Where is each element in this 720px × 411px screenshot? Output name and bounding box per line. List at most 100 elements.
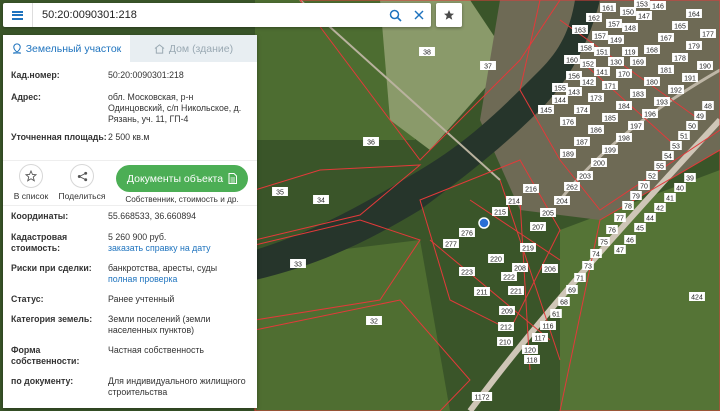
plot-number-label: 55: [654, 161, 666, 171]
area-row: Уточненная площадь: 2 500 кв.м: [11, 132, 249, 154]
svg-text:277: 277: [445, 242, 457, 249]
plot-number-label: 197: [628, 121, 644, 131]
svg-text:156: 156: [568, 74, 580, 81]
tab-land-plot[interactable]: Земельный участок: [3, 35, 130, 62]
share-button[interactable]: Поделиться: [57, 164, 107, 201]
action-circle: [70, 164, 94, 188]
plot-number-label: 44: [644, 213, 656, 223]
plot-number-label: 75: [598, 237, 610, 247]
svg-text:157: 157: [608, 22, 620, 29]
ownership-value: Частная собственность: [108, 345, 204, 355]
plot-number-label: 190: [697, 61, 713, 71]
plot-number-label: 161: [600, 3, 616, 13]
plot-number-label: 219: [520, 243, 536, 253]
plot-number-label: 216: [523, 184, 539, 194]
svg-text:179: 179: [688, 44, 700, 51]
address-row: Адрес: обл. Московская, р-н Одинцовский,…: [11, 92, 249, 132]
svg-text:70: 70: [640, 184, 648, 191]
plot-number-label: 276: [459, 228, 475, 238]
svg-text:160: 160: [566, 58, 578, 65]
plot-number-label: 74: [590, 249, 602, 259]
plot-number-label: 169: [630, 57, 646, 67]
plot-number-label: 164: [686, 9, 702, 19]
clear-search-button[interactable]: [407, 3, 431, 27]
plot-number-label: 191: [682, 73, 698, 83]
plot-number-label: 205: [540, 208, 556, 218]
cost-value-block: 5 260 900 руб. заказать справку на дату: [108, 232, 249, 263]
hamburger-icon: [12, 10, 23, 20]
status-value: Ранее учтенный: [108, 294, 175, 304]
svg-text:79: 79: [632, 194, 640, 201]
svg-text:184: 184: [618, 104, 630, 111]
svg-text:187: 187: [576, 140, 588, 147]
plot-number-label: 196: [642, 109, 658, 119]
tab-label: Дом (здание): [168, 42, 234, 55]
order-certificate-link[interactable]: заказать справку на дату: [108, 243, 249, 254]
plot-number-label: 198: [616, 133, 632, 143]
svg-text:211: 211: [476, 290, 487, 297]
ownership-row: Форма собственности: Частная собственнос…: [11, 345, 249, 376]
selected-parcel-marker[interactable]: [478, 217, 490, 229]
svg-text:46: 46: [626, 238, 634, 245]
favorites-button[interactable]: [436, 3, 462, 27]
search-input[interactable]: [33, 4, 383, 26]
plot-number-label: 69: [566, 285, 578, 295]
svg-text:220: 220: [490, 257, 502, 264]
action-caption: Поделиться: [58, 191, 106, 201]
cost-row: Кадастровая стоимость: 5 260 900 руб. за…: [11, 232, 249, 263]
cad-number-value[interactable]: 50:20:0090301:218: [108, 70, 249, 92]
svg-text:118: 118: [526, 358, 537, 365]
plot-number-label: 76: [606, 225, 618, 235]
plot-number-label: 215: [492, 207, 508, 217]
svg-text:130: 130: [610, 60, 622, 67]
action-caption: В список: [13, 191, 49, 201]
plot-number-label: 52: [646, 171, 658, 181]
full-check-link[interactable]: полная проверка: [108, 274, 249, 285]
plot-number-label: 77: [614, 213, 626, 223]
svg-text:32: 32: [370, 319, 378, 326]
svg-text:75: 75: [600, 240, 608, 247]
plot-number-label: 147: [636, 11, 652, 21]
menu-button[interactable]: [3, 3, 33, 27]
purpose-row: по документу: Для индивидуального жилищн…: [11, 376, 249, 400]
plot-number-label: 33: [292, 259, 304, 269]
plot-number-label: 221: [508, 286, 524, 296]
plot-number-label: 142: [580, 77, 596, 87]
documents-button[interactable]: Документы объекта: [116, 165, 248, 192]
plot-number-label: 211: [474, 287, 490, 297]
plot-number-label: 78: [622, 201, 634, 211]
search-icon: [389, 9, 402, 22]
add-to-list-button[interactable]: В список: [6, 164, 56, 201]
plot-number-label: 73: [582, 261, 594, 271]
svg-text:40: 40: [676, 186, 684, 193]
svg-text:189: 189: [562, 152, 574, 159]
plot-number-label: 200: [591, 158, 607, 168]
tab-house[interactable]: Дом (здание): [130, 35, 257, 62]
risks-value-block: банкротства, аресты, суды полная проверк…: [108, 263, 249, 294]
svg-text:47: 47: [616, 248, 624, 255]
plot-number-label: 160: [564, 55, 580, 65]
svg-text:74: 74: [592, 252, 600, 259]
svg-text:204: 204: [556, 199, 568, 206]
svg-text:55: 55: [656, 164, 664, 171]
search-button[interactable]: [383, 3, 407, 27]
plot-number-label: 45: [634, 223, 646, 233]
documents-button-label: Документы объекта: [126, 172, 224, 185]
svg-text:215: 215: [494, 210, 506, 217]
plot-number-label: 210: [497, 337, 513, 347]
plot-number-label: 178: [672, 53, 688, 63]
field-label: Риски при сделки:: [11, 263, 92, 273]
svg-text:191: 191: [684, 76, 696, 83]
svg-text:206: 206: [544, 267, 556, 274]
svg-text:119: 119: [624, 50, 635, 57]
plot-number-label: 176: [560, 117, 576, 127]
parcel-details: Координаты: 55.668533, 36.660894 Кадастр…: [3, 206, 257, 400]
plot-number-label: 143: [566, 87, 582, 97]
field-label: Категория земель:: [11, 314, 93, 324]
risks-value: банкротства, аресты, суды: [108, 263, 218, 273]
plot-number-label: 51: [678, 131, 690, 141]
svg-text:167: 167: [660, 36, 672, 43]
plot-number-label: 1172: [471, 392, 493, 402]
svg-text:148: 148: [624, 26, 636, 33]
svg-text:117: 117: [534, 336, 545, 343]
